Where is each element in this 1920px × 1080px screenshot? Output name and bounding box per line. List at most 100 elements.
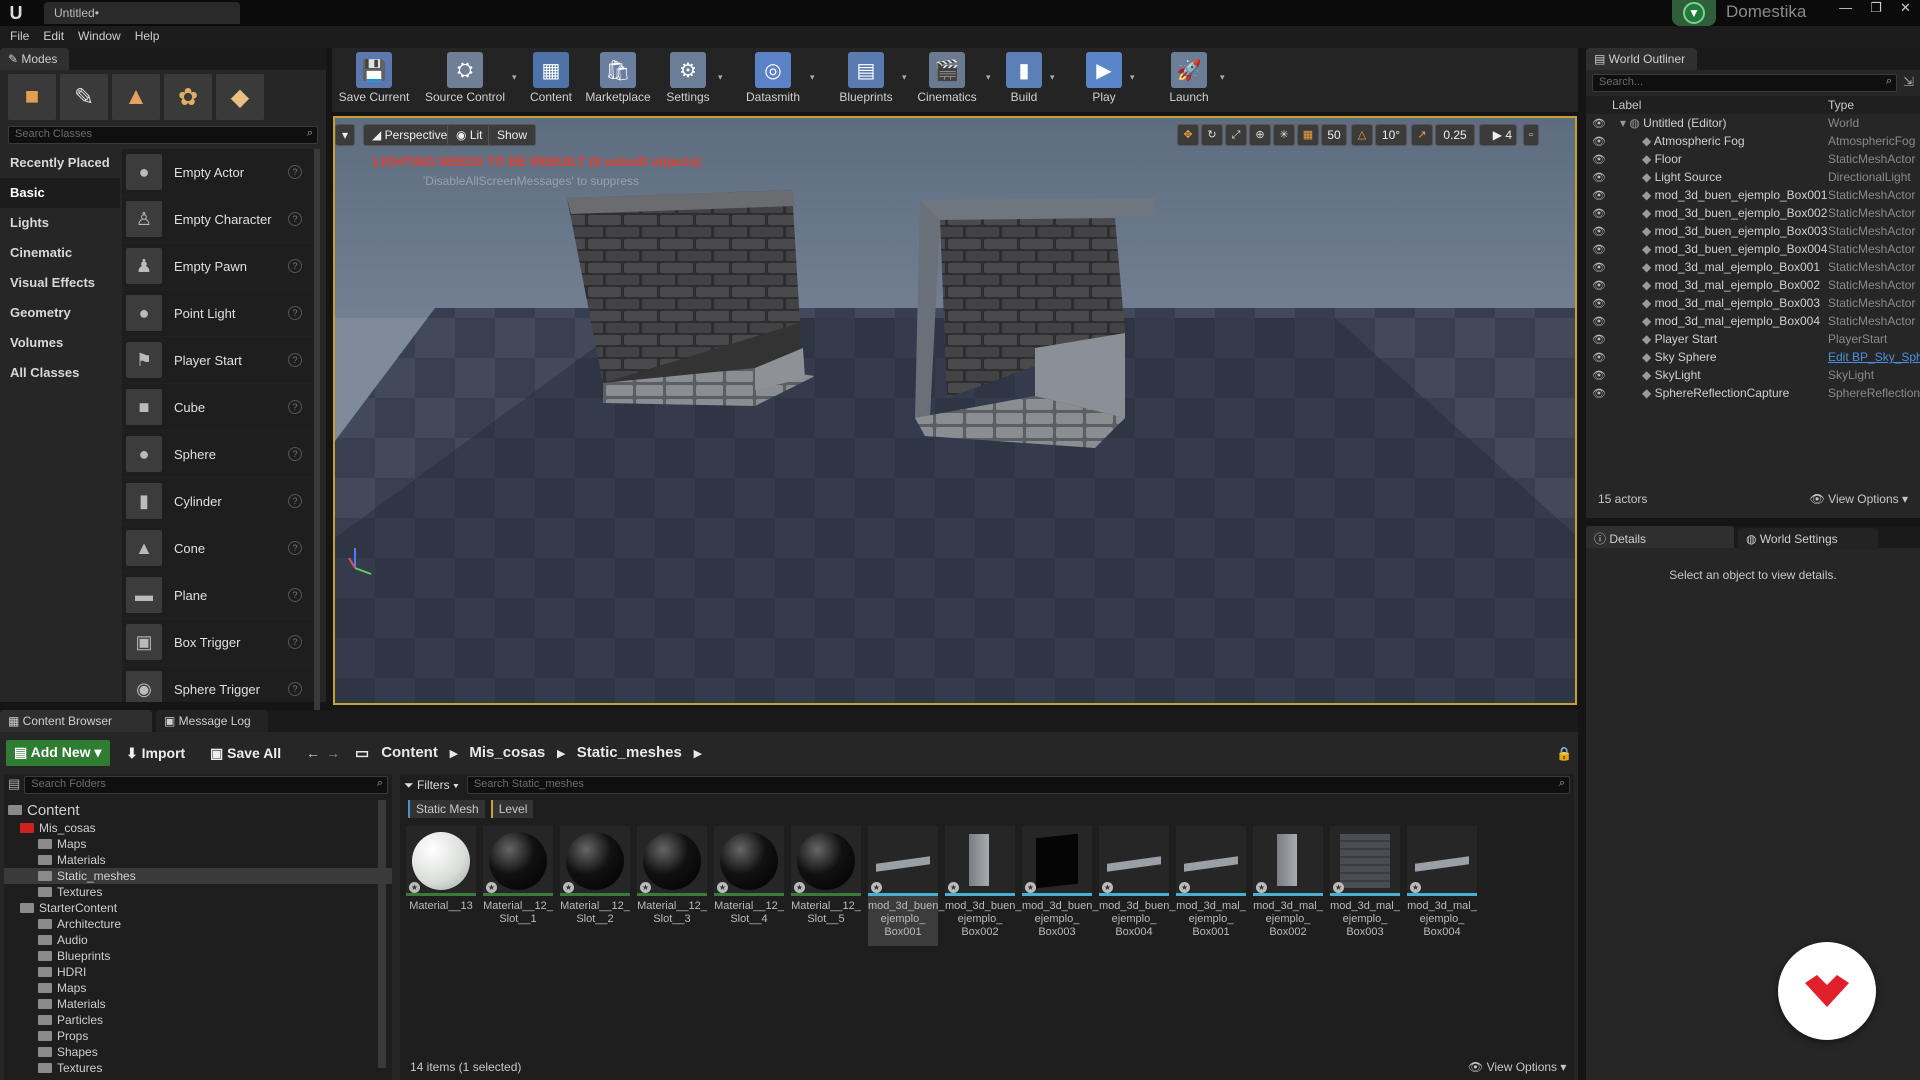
folder-item[interactable]: Static_meshes xyxy=(4,868,392,884)
table-row[interactable]: 👁 ◆ mod_3d_mal_ejemplo_Box002 StaticMeshAc… xyxy=(1586,276,1920,294)
table-row[interactable]: 👁 ◆ SphereReflectionCapture SphereReflecti… xyxy=(1586,384,1920,402)
dropdown-caret-icon[interactable]: ▾ xyxy=(1220,72,1225,83)
visibility-eye-icon[interactable]: 👁 xyxy=(1586,261,1612,274)
grid-snap-icon[interactable]: ▦ xyxy=(1297,124,1319,146)
content-button[interactable]: ▦ Content xyxy=(526,50,576,108)
breadcrumb-content[interactable]: Content xyxy=(381,744,438,762)
perspective-button[interactable]: ◢ Perspective xyxy=(363,124,457,146)
visibility-eye-icon[interactable]: 👁 xyxy=(1586,207,1612,220)
dropdown-caret-icon[interactable]: ▾ xyxy=(512,72,517,83)
folder-item[interactable]: Mis_cosas xyxy=(4,820,392,836)
asset-tile[interactable]: ★ mod_3d_mal_ ejemplo_ Box001 xyxy=(1176,826,1246,946)
list-item[interactable]: ◉ Sphere Trigger? xyxy=(122,666,314,702)
folder-item[interactable]: Textures xyxy=(4,1060,392,1076)
asset-tile[interactable]: ★ Material__12_ Slot__3 xyxy=(637,826,707,946)
breadcrumb-mis-cosas[interactable]: Mis_cosas xyxy=(469,744,545,762)
folder-item[interactable]: Maps xyxy=(4,980,392,996)
favorite-star-icon[interactable]: ★ xyxy=(1102,882,1113,893)
table-row[interactable]: 👁 ◆ Atmospheric Fog AtmosphericFog xyxy=(1586,132,1920,150)
forward-icon[interactable]: → xyxy=(320,741,346,765)
sources-toggle-icon[interactable]: ▤ xyxy=(8,776,20,794)
folder-item[interactable]: Audio xyxy=(4,932,392,948)
tab-world-outliner[interactable]: ▤ World Outliner xyxy=(1586,48,1698,70)
folder-item[interactable]: Particles xyxy=(4,1012,392,1028)
search-classes-input[interactable]: Search Classes ⌕ xyxy=(8,126,318,144)
settings-button[interactable]: ⚙ Settings xyxy=(660,50,716,108)
table-row[interactable]: 👁 ◆ mod_3d_buen_ejemplo_Box004 StaticMeshA… xyxy=(1586,240,1920,258)
visibility-eye-icon[interactable]: 👁 xyxy=(1586,387,1612,400)
add-new-button[interactable]: ▤ Add New ▾ xyxy=(6,740,110,766)
lit-button[interactable]: ◉ Lit xyxy=(447,124,492,146)
tab-content-browser[interactable]: ▦ Content Browser xyxy=(0,710,152,732)
unreal-logo-icon[interactable]: U xyxy=(4,2,28,24)
asset-tile[interactable]: ★ Material__12_ Slot__2 xyxy=(560,826,630,946)
menu-window[interactable]: Window xyxy=(74,26,131,48)
favorite-star-icon[interactable]: ★ xyxy=(409,882,420,893)
help-icon[interactable]: ? xyxy=(288,541,302,555)
visibility-eye-icon[interactable]: 👁 xyxy=(1586,135,1612,148)
visibility-eye-icon[interactable]: 👁 xyxy=(1586,189,1612,202)
folder-item[interactable]: Props xyxy=(4,1028,392,1044)
visibility-eye-icon[interactable]: 👁 xyxy=(1586,171,1612,184)
foliage-mode-icon[interactable]: ✿ xyxy=(164,74,212,120)
table-row[interactable]: 👁 ◆ SkyLight SkyLight xyxy=(1586,366,1920,384)
favorite-star-icon[interactable]: ★ xyxy=(1333,882,1344,893)
help-icon[interactable]: ? xyxy=(288,306,302,320)
asset-view-options[interactable]: 👁 View Options ▾ xyxy=(1468,1060,1566,1074)
dropdown-caret-icon[interactable]: ▾ xyxy=(718,72,723,83)
dropdown-caret-icon[interactable]: ▾ xyxy=(1130,72,1135,83)
visibility-eye-icon[interactable]: 👁 xyxy=(1586,351,1612,364)
help-icon[interactable]: ? xyxy=(288,447,302,461)
viewport-options-button[interactable]: ▾ xyxy=(335,124,356,146)
favorite-star-icon[interactable]: ★ xyxy=(563,882,574,893)
folder-item[interactable]: Content xyxy=(4,800,392,820)
search-folders-input[interactable]: Search Folders ⌕ xyxy=(24,776,388,794)
category-lights[interactable]: Lights xyxy=(0,208,120,238)
landscape-mode-icon[interactable]: ▲ xyxy=(112,74,160,120)
show-button[interactable]: Show xyxy=(488,124,537,146)
place-mode-icon[interactable]: ■ xyxy=(8,74,56,120)
geometry-mode-icon[interactable]: ◆ xyxy=(216,74,264,120)
import-button[interactable]: ⬇ Import xyxy=(120,741,191,765)
table-row[interactable]: 👁 ◆ mod_3d_mal_ejemplo_Box003 StaticMeshAc… xyxy=(1586,294,1920,312)
table-row[interactable]: 👁 ◆ Light Source DirectionalLight xyxy=(1586,168,1920,186)
list-item[interactable]: ♙ Empty Character? xyxy=(122,196,314,243)
class-list-scrollbar[interactable] xyxy=(314,149,320,739)
menu-help[interactable]: Help xyxy=(131,26,170,48)
world-local-icon[interactable]: ⊕ xyxy=(1249,124,1271,146)
build-button[interactable]: ▮ Build xyxy=(1000,50,1048,108)
launch-button[interactable]: 🚀 Launch xyxy=(1160,50,1218,108)
favorite-star-icon[interactable]: ★ xyxy=(717,882,728,893)
help-icon[interactable]: ? xyxy=(288,212,302,226)
folder-item[interactable]: Architecture xyxy=(4,916,392,932)
actor-type[interactable]: Edit BP_Sky_Sphere xyxy=(1828,350,1920,364)
pin-icon[interactable]: ⇲ xyxy=(1903,74,1914,92)
play-button[interactable]: ▶ Play xyxy=(1080,50,1128,108)
list-item[interactable]: ● Sphere? xyxy=(122,431,314,478)
list-item[interactable]: ● Point Light? xyxy=(122,290,314,337)
minimize-icon[interactable]: — xyxy=(1839,0,1852,22)
source-control-button[interactable]: ⛭ Source Control xyxy=(420,50,510,108)
table-row[interactable]: 👁 ◆ mod_3d_mal_ejemplo_Box004 StaticMeshAc… xyxy=(1586,312,1920,330)
asset-tile[interactable]: ★ mod_3d_buen_ ejemplo_ Box001 xyxy=(868,826,944,946)
list-item[interactable]: ▬ Plane? xyxy=(122,572,314,619)
asset-tile[interactable]: ★ Material__12_ Slot__4 xyxy=(714,826,784,946)
favorite-star-icon[interactable]: ★ xyxy=(1410,882,1421,893)
favorite-star-icon[interactable]: ★ xyxy=(794,882,805,893)
tab-message-log[interactable]: ▣ Message Log xyxy=(156,710,268,732)
table-row[interactable]: 👁 ◆ Sky Sphere Edit BP_Sky_Sphere xyxy=(1586,348,1920,366)
folder-tree-scrollbar[interactable] xyxy=(378,800,386,1068)
rotation-snap-icon[interactable]: △ xyxy=(1351,124,1373,146)
asset-tile[interactable]: ★ mod_3d_mal_ ejemplo_ Box003 xyxy=(1330,826,1400,946)
visibility-eye-icon[interactable]: 👁 xyxy=(1586,297,1612,310)
tab-modes[interactable]: ✎ Modes xyxy=(0,48,70,70)
list-item[interactable]: ▣ Box Trigger? xyxy=(122,619,314,666)
tab-details[interactable]: ⓘ Details xyxy=(1586,526,1734,548)
table-row[interactable]: 👁 ◆ mod_3d_buen_ejemplo_Box002 StaticMeshA… xyxy=(1586,204,1920,222)
list-item[interactable]: ♟ Empty Pawn? xyxy=(122,243,314,290)
search-assets-input[interactable]: Search Static_meshes ⌕ xyxy=(466,776,1570,794)
paint-mode-icon[interactable]: ✎ xyxy=(60,74,108,120)
filters-button[interactable]: ⏷ Filters ▾ xyxy=(404,776,459,794)
scene-render[interactable] xyxy=(335,118,1577,705)
rotation-snap-value[interactable]: 10° xyxy=(1375,124,1407,146)
